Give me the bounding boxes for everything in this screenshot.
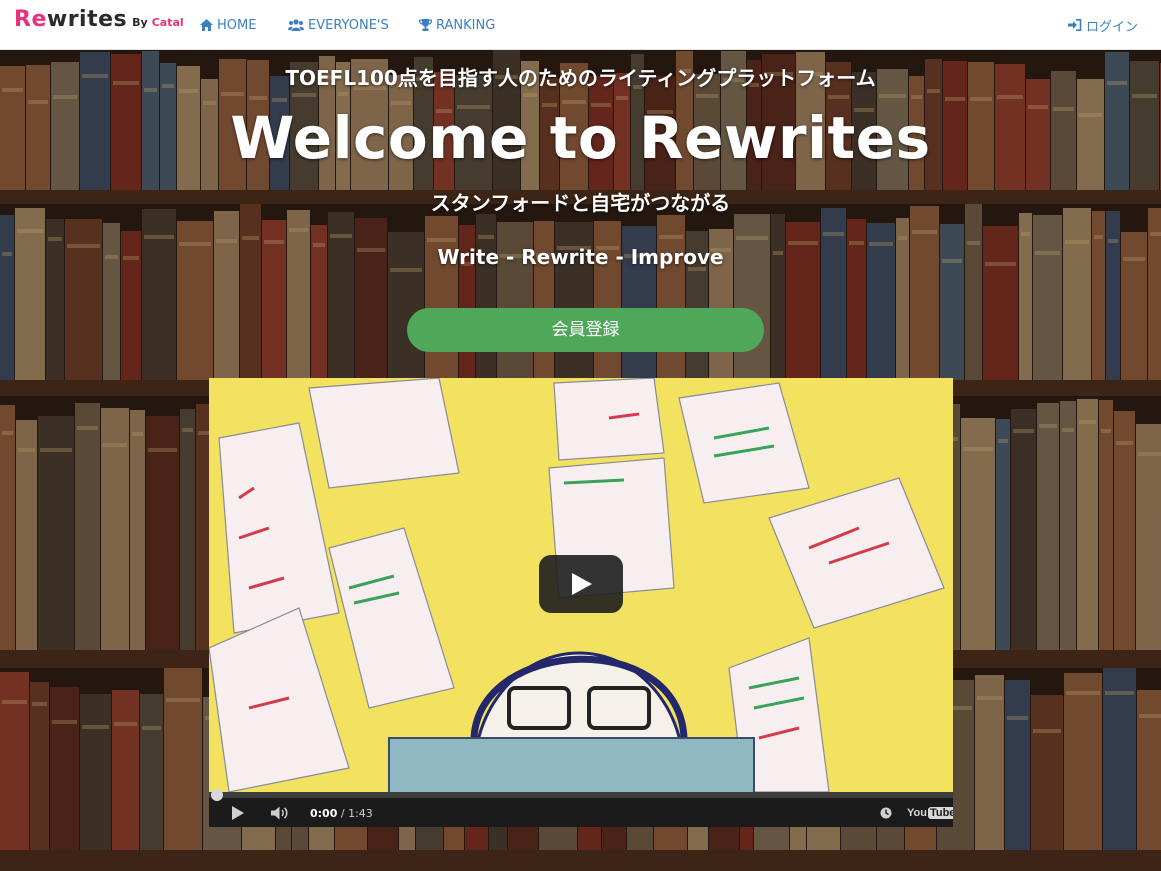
brand-logo[interactable]: Re writes By Catal (14, 7, 184, 41)
brand-by: By (132, 16, 148, 29)
video-scrubber-handle[interactable] (211, 789, 223, 801)
youtube-logo-you: You (907, 807, 927, 819)
watch-later-icon[interactable] (880, 807, 892, 819)
nav-ranking-label: RANKING (436, 17, 496, 33)
nav-login-link[interactable]: ログイン (1068, 16, 1139, 35)
top-navbar: Re writes By Catal HOME EVERYONE'S RANKIN… (0, 0, 1161, 50)
nav-everyone-label: EVERYONE'S (308, 17, 389, 33)
trophy-icon (419, 19, 432, 31)
video-progress-bar[interactable] (209, 789, 953, 801)
youtube-logo-tube: Tube (927, 807, 953, 819)
hero-subtitle: スタンフォードと自宅がつながる (430, 191, 731, 215)
hero-title: Welcome to Rewrites (230, 104, 931, 172)
video-controls-bar: 0:00 / 1:43 You Tube (209, 789, 953, 827)
video-current-time: 0:00 (310, 807, 338, 820)
brand-writes: writes (46, 7, 128, 32)
nav-home-label: HOME (217, 17, 257, 33)
hero-motto: Write - Rewrite - Improve (437, 245, 724, 269)
nav-ranking-link[interactable]: RANKING (419, 16, 495, 34)
hero-tagline: TOEFL100点を目指す人のためのライティングプラットフォーム (285, 66, 876, 90)
brand-catal: Catal (151, 16, 184, 29)
signup-button[interactable]: 会員登録 (407, 308, 764, 352)
controls-play-icon[interactable] (231, 806, 245, 820)
volume-icon[interactable] (271, 806, 289, 820)
video-duration: 1:43 (348, 807, 373, 820)
nav-everyone-link[interactable]: EVERYONE'S (288, 16, 389, 34)
youtube-logo-button[interactable]: You Tube (907, 805, 953, 821)
brand-re: Re (14, 7, 47, 32)
nav-home-link[interactable]: HOME (200, 16, 256, 34)
video-play-button[interactable] (539, 555, 623, 613)
play-icon (572, 573, 592, 595)
hero-section: TOEFL100点を目指す人のためのライティングプラットフォーム Welcome… (0, 50, 1161, 871)
home-icon (200, 19, 213, 31)
sign-in-icon (1068, 19, 1082, 31)
video-time-display: 0:00 / 1:43 (310, 807, 373, 820)
users-icon (288, 19, 304, 31)
youtube-video-player[interactable]: 0:00 / 1:43 You Tube (209, 378, 953, 827)
video-time-separator: / (337, 807, 349, 820)
nav-login-label: ログイン (1086, 19, 1139, 35)
